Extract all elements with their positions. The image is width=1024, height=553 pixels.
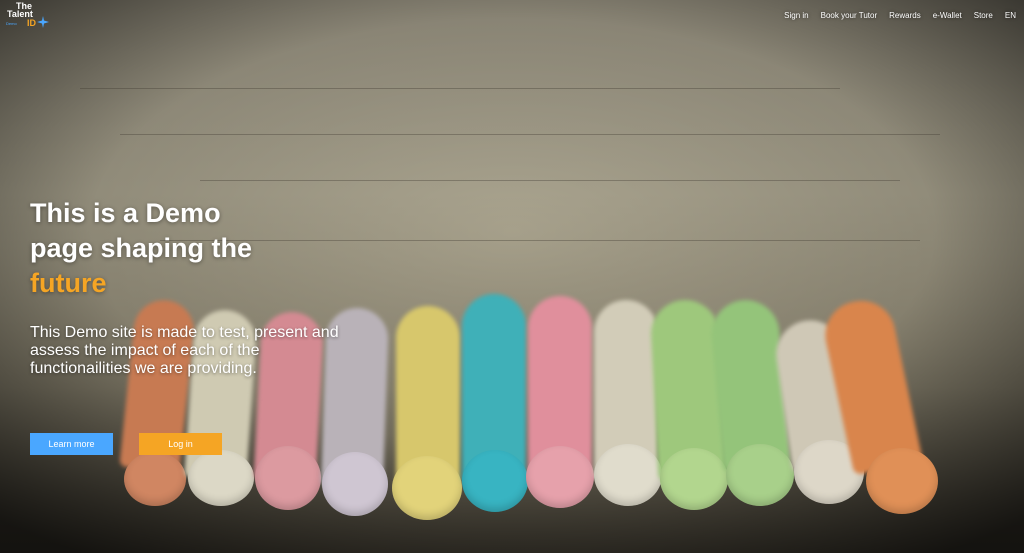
headline-line-1: This is a Demo [30,198,221,228]
nav-store[interactable]: Store [974,11,993,20]
chalk-end [660,448,728,510]
hero-headline: This is a Demo page shaping the future [30,196,330,301]
brand-logo[interactable]: The Talent Demo ID [4,0,54,30]
chalk-end [392,456,462,520]
language-selector[interactable]: EN [1005,11,1016,20]
headline-accent: future [30,268,107,298]
nav-sign-in[interactable]: Sign in [784,11,808,20]
chalk-end [526,446,594,508]
chalk-end [726,444,794,506]
headline-line-2: page shaping the [30,233,253,263]
logo-text-demo: Demo [6,21,17,26]
chalk-end [594,444,662,506]
hero-section: The Talent Demo ID Sign in Book your Tut… [0,0,1024,553]
learn-more-button[interactable]: Learn more [30,433,113,455]
log-in-button[interactable]: Log in [139,433,222,455]
chalk-end [866,448,938,514]
logo-text-id: ID [27,18,36,28]
chalk-end [255,446,321,510]
nav-menu: Sign in Book your Tutor Rewards e-Wallet… [784,11,1016,20]
chalk-end [188,450,254,506]
nav-rewards[interactable]: Rewards [889,11,921,20]
chalk-end [462,450,528,512]
top-navbar: The Talent Demo ID Sign in Book your Tut… [0,0,1024,30]
nav-e-wallet[interactable]: e-Wallet [933,11,962,20]
chalk-end [124,452,186,506]
logo-sparkle-icon [37,16,49,28]
hero-description: This Demo site is made to test, present … [30,324,339,377]
nav-book-tutor[interactable]: Book your Tutor [821,11,877,20]
chalk-end [322,452,388,516]
